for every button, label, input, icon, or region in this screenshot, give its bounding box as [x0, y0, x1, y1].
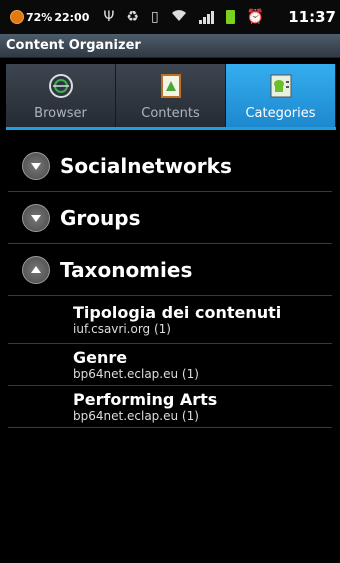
notification-icon — [10, 10, 24, 24]
tab-label: Contents — [141, 106, 200, 121]
status-icons: Ψ ♻ ▯ ⏰ — [103, 8, 264, 26]
list-item[interactable]: Tipologia dei contenuti iuf.csavri.org (… — [8, 296, 332, 344]
collapse-chevron-up-icon[interactable] — [22, 255, 50, 284]
item-title: Performing Arts — [73, 389, 218, 409]
tab-label: Categories — [245, 106, 316, 121]
globe-icon — [48, 72, 74, 100]
item-title: Genre — [73, 347, 128, 367]
battery-icon — [225, 10, 235, 24]
wifi-icon — [171, 8, 187, 26]
expand-chevron-down-icon[interactable] — [22, 151, 50, 180]
signal-icon — [198, 10, 214, 24]
tab-browser[interactable]: Browser — [6, 64, 116, 127]
tab-bar: Browser Contents Categories — [6, 64, 336, 130]
document-icon — [160, 72, 182, 100]
group-title: Groups — [60, 205, 141, 230]
group-socialnetworks[interactable]: Socialnetworks — [8, 140, 332, 192]
clock: 11:37 — [288, 8, 336, 26]
battery-percent: 72% — [26, 10, 53, 24]
expand-chevron-down-icon[interactable] — [22, 203, 50, 232]
list-item[interactable]: Performing Arts bp64net.eclap.eu (1) — [8, 386, 332, 428]
tab-contents[interactable]: Contents — [116, 64, 226, 127]
android-list-icon — [269, 72, 293, 100]
vibrate-icon: ▯ — [150, 9, 159, 25]
alarm-time: 22:00 — [54, 10, 90, 24]
app-title-bar: Content Organizer — [0, 34, 340, 58]
tab-label: Browser — [34, 106, 87, 121]
item-subtitle: bp64net.eclap.eu (1) — [73, 408, 199, 423]
tab-categories[interactable]: Categories — [226, 64, 336, 127]
group-title: Taxonomies — [60, 257, 193, 282]
app-title: Content Organizer — [6, 38, 141, 53]
status-left: 72% 22:00 — [10, 10, 89, 24]
item-subtitle: bp64net.eclap.eu (1) — [73, 366, 199, 381]
recycle-icon: ♻ — [126, 9, 139, 25]
usb-icon: Ψ — [103, 9, 115, 25]
status-bar: 72% 22:00 Ψ ♻ ▯ ⏰ 11:37 — [0, 0, 340, 34]
item-title: Tipologia dei contenuti — [73, 302, 282, 322]
group-groups[interactable]: Groups — [8, 192, 332, 244]
category-list: Socialnetworks Groups Taxonomies Tipolog… — [0, 140, 340, 428]
item-subtitle: iuf.csavri.org (1) — [73, 321, 171, 336]
group-taxonomies[interactable]: Taxonomies — [8, 244, 332, 296]
alarm-clock-icon: ⏰ — [246, 9, 265, 25]
list-item[interactable]: Genre bp64net.eclap.eu (1) — [8, 344, 332, 386]
group-title: Socialnetworks — [60, 153, 232, 178]
